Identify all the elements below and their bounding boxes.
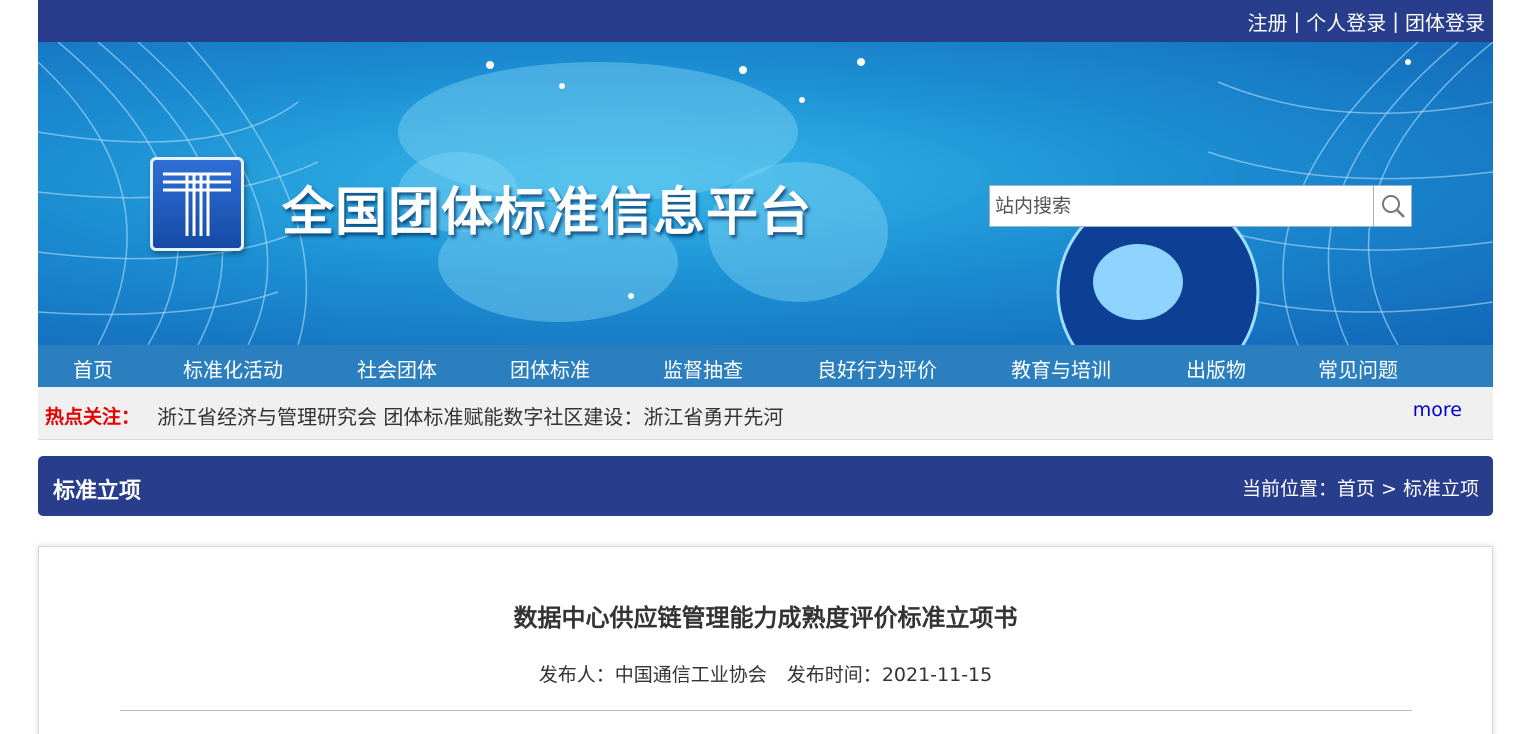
section-header: 标准立项 当前位置：首页 > 标准立项 <box>38 456 1493 516</box>
search-icon <box>1381 195 1405 218</box>
search-input[interactable] <box>990 186 1373 226</box>
nav-item-standardization-activities[interactable]: 标准化活动 <box>183 354 283 383</box>
hot-topics-bar: 热点关注： 浙江省经济与管理研究会 团体标准赋能数字社区建设：浙江省勇开先河 m… <box>38 387 1493 440</box>
breadcrumb-label: 当前位置： <box>1241 478 1337 500</box>
breadcrumb: 当前位置：首页 > 标准立项 <box>1242 474 1479 501</box>
breadcrumb-current[interactable]: 标准立项 <box>1403 478 1479 500</box>
publish-date-value: 2021-11-15 <box>881 664 993 686</box>
nav-item-home[interactable]: 首页 <box>73 354 113 383</box>
site-title: 全国团体标准信息平台 <box>282 183 813 243</box>
personal-login-link[interactable]: 个人登录 <box>1306 7 1386 36</box>
platform-logo-icon[interactable] <box>150 157 244 251</box>
more-link[interactable]: more <box>1413 399 1462 421</box>
page: 注册 | 个人登录 | 团体登录 全国团体标准信息平台 站内搜索 首页 标准化活… <box>0 0 1527 734</box>
publisher-value: 中国通信工业协会 <box>614 664 767 686</box>
divider <box>120 710 1412 711</box>
main-nav: 首页 标准化活动 社会团体 团体标准 监督抽查 良好行为评价 教育与培训 出版物… <box>38 345 1493 387</box>
site-search <box>989 185 1412 227</box>
article-card: 数据中心供应链管理能力成熟度评价标准立项书 发布人：中国通信工业协会 发布时间：2… <box>38 546 1493 734</box>
hot-topics-label: 热点关注： <box>45 406 141 428</box>
group-login-link[interactable]: 团体登录 <box>1405 7 1485 36</box>
separator: | <box>1392 9 1399 33</box>
nav-item-good-conduct-evaluation[interactable]: 良好行为评价 <box>817 354 937 383</box>
publish-date-label: 发布时间： <box>786 664 882 686</box>
nav-item-publications[interactable]: 出版物 <box>1186 354 1246 383</box>
article-meta: 发布人：中国通信工业协会 发布时间：2021-11-15 <box>39 660 1492 687</box>
nav-item-faq[interactable]: 常见问题 <box>1318 354 1398 383</box>
header-banner: 全国团体标准信息平台 <box>38 42 1493 345</box>
register-link[interactable]: 注册 <box>1248 7 1288 36</box>
nav-item-supervision-inspection[interactable]: 监督抽查 <box>663 354 743 383</box>
hot-topic-link[interactable]: 浙江省经济与管理研究会 团体标准赋能数字社区建设：浙江省勇开先河 <box>157 401 783 430</box>
article-title: 数据中心供应链管理能力成熟度评价标准立项书 <box>513 604 1018 632</box>
nav-item-social-groups[interactable]: 社会团体 <box>357 354 437 383</box>
section-title: 标准立项 <box>53 479 142 504</box>
breadcrumb-home-link[interactable]: 首页 <box>1337 478 1375 500</box>
separator: | <box>1293 9 1301 33</box>
nav-item-group-standards[interactable]: 团体标准 <box>510 354 590 383</box>
breadcrumb-separator: > <box>1381 478 1397 500</box>
publisher-label: 发布人： <box>538 664 615 686</box>
search-button[interactable] <box>1373 186 1411 226</box>
top-bar: 注册 | 个人登录 | 团体登录 <box>38 0 1493 42</box>
nav-item-education-training[interactable]: 教育与培训 <box>1011 354 1111 383</box>
